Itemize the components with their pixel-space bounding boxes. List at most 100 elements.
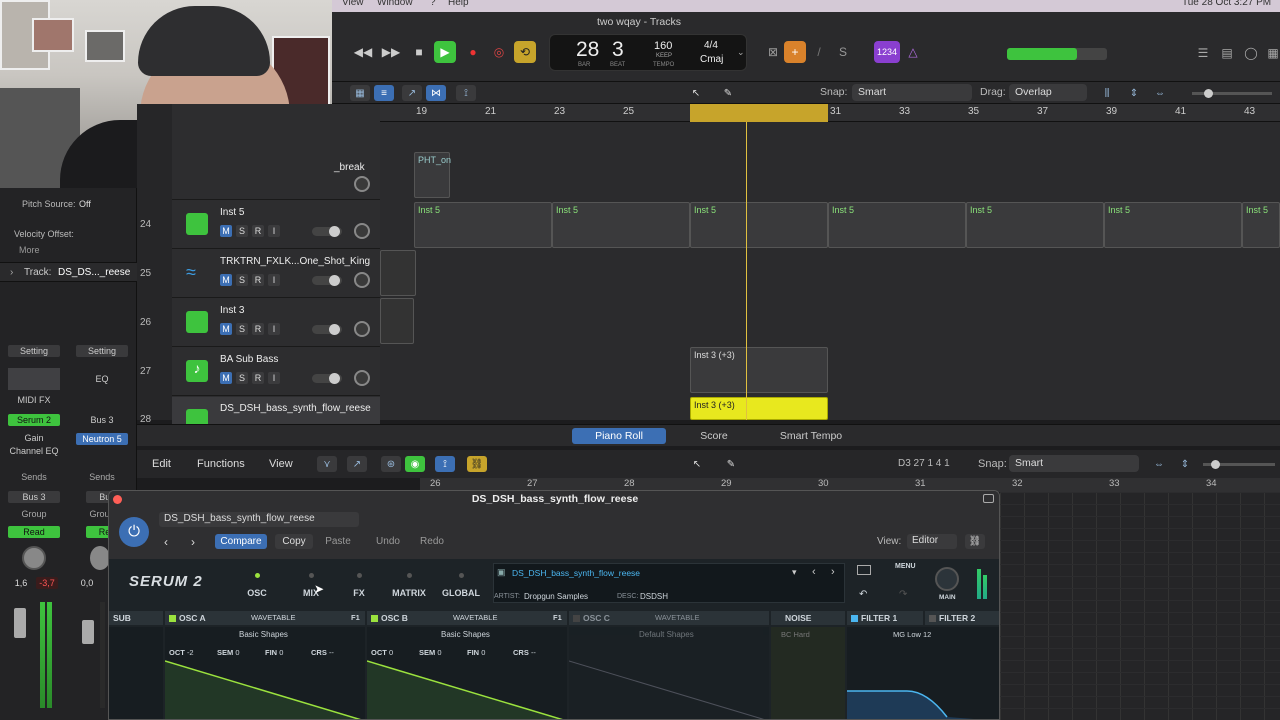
menu-help-mark[interactable]: ? [430, 0, 436, 8]
midi-region[interactable]: Inst 5 [1242, 202, 1280, 248]
zoom-slider-thumb[interactable] [1211, 460, 1220, 469]
record-enable-button[interactable]: R [252, 274, 264, 286]
power-button[interactable]: ⏻ [119, 517, 149, 547]
channel-eq-slot[interactable]: Channel EQ [4, 445, 64, 457]
input-monitor-button[interactable]: I [268, 225, 280, 237]
cycle-button[interactable]: ⟲ [514, 41, 536, 63]
autopunch-button[interactable]: + [784, 41, 806, 63]
expand-icon[interactable] [983, 494, 994, 503]
bus3-send-slot[interactable]: Bus 3 [76, 414, 128, 426]
audio-region[interactable]: PHT_on [414, 152, 451, 198]
mute-button[interactable]: M [220, 225, 232, 237]
filter-enable-toggle[interactable] [929, 615, 936, 622]
pan-knob[interactable] [354, 321, 370, 337]
midi-region[interactable]: Inst 5 [966, 202, 1104, 248]
midi-region[interactable]: Inst 5 [414, 202, 552, 248]
solo-button[interactable]: S [236, 323, 248, 335]
next-preset-icon[interactable]: › [191, 535, 195, 549]
group-slot[interactable]: Group [8, 508, 60, 520]
audio-region[interactable] [380, 250, 416, 296]
pan-knob[interactable] [354, 272, 370, 288]
osc-type[interactable]: WAVETABLE [453, 611, 497, 625]
midi-region[interactable]: Inst 5 [1104, 202, 1242, 248]
browser-icon[interactable]: ▦ [1262, 42, 1280, 64]
arrange-area[interactable]: PHT_on Inst 5 Inst 5 Inst 5 Inst 5 Inst … [380, 122, 1280, 420]
track-header-break[interactable]: _break [172, 152, 380, 200]
osc-type[interactable]: WAVETABLE [251, 611, 295, 625]
eq-thumbnail[interactable] [8, 368, 60, 390]
menu-button[interactable]: MENU [895, 563, 916, 570]
prev-preset-icon[interactable]: ‹ [812, 566, 816, 578]
piano-roll-grid[interactable] [1000, 492, 1280, 720]
tab-fx[interactable]: FX [335, 565, 383, 605]
setting-button-2[interactable]: Setting [76, 345, 128, 357]
noise-header[interactable]: NOISE [771, 611, 845, 625]
tab-piano-roll[interactable]: Piano Roll [572, 428, 666, 444]
filter-response-display[interactable] [847, 657, 1000, 720]
loop-browser-icon[interactable]: ◯ [1240, 42, 1262, 64]
track-volume-slider[interactable] [312, 275, 342, 286]
track-volume-slider[interactable] [312, 226, 342, 237]
metronome-button[interactable]: △ [902, 41, 924, 63]
snap-select[interactable]: Smart [1009, 455, 1139, 472]
filter2-header[interactable]: FILTER 2 [925, 611, 999, 625]
tuner-button[interactable]: / [808, 41, 830, 63]
horizontal-zoom-icon[interactable]: ⇔ [1150, 85, 1170, 101]
volume-fader-2[interactable] [82, 620, 94, 644]
solo-button[interactable]: S [236, 274, 248, 286]
track-header-ba-sub-bass[interactable]: ♪ BA Sub Bass M S R I [172, 348, 380, 396]
replace-button[interactable]: ⊠ [762, 41, 784, 63]
track-header-trktrn[interactable]: ≈ TRKTRN_FXLK...One_Shot_King M S R I [172, 250, 380, 298]
link-icon[interactable]: ⛓ [965, 534, 985, 549]
mute-button[interactable]: M [220, 372, 232, 384]
redo-button[interactable]: Redo [415, 534, 449, 549]
param-value[interactable]: 0 [437, 648, 441, 657]
chevron-down-icon[interactable]: ⌄ [737, 47, 745, 58]
input-monitor-button[interactable]: I [268, 372, 280, 384]
zoom-slider[interactable] [1192, 89, 1272, 98]
automation-icon[interactable]: ↗ [402, 85, 422, 101]
tab-mix[interactable]: MIX [287, 565, 335, 605]
serum-insert-slot[interactable]: Serum 2 [8, 414, 60, 426]
rewind-button[interactable]: ◀◀ [352, 41, 374, 63]
midi-region-inst3[interactable]: Inst 3 (+3) [690, 347, 828, 393]
track-header-inst3[interactable]: Inst 3 M S R I [172, 299, 380, 347]
osc-b-header[interactable]: OSC B WAVETABLE F1 [367, 611, 567, 625]
wavetable-name[interactable]: Default Shapes [639, 630, 694, 639]
track-header-inst5[interactable]: Inst 5 M S R I [172, 201, 380, 249]
zoom-slider[interactable] [1203, 460, 1275, 469]
list-view-icon[interactable]: ≡ [374, 85, 394, 101]
pan-knob[interactable] [22, 546, 46, 570]
tab-matrix[interactable]: MATRIX [385, 565, 433, 605]
preset-browser[interactable]: ▣ DS_DSH_bass_synth_flow_reese ▾ ‹ › ART… [493, 563, 845, 603]
more-disclosure[interactable]: More [19, 245, 40, 255]
pan-knob-2[interactable] [90, 546, 110, 570]
pan-knob[interactable] [354, 370, 370, 386]
gain-slot[interactable]: Gain [8, 432, 60, 444]
link-icon[interactable]: ⛓ [467, 456, 487, 472]
param-value[interactable]: 0 [389, 648, 393, 657]
osc-enable-toggle[interactable] [169, 615, 176, 622]
tab-global[interactable]: GLOBAL [437, 565, 485, 605]
filter1-header[interactable]: FILTER 1 [847, 611, 923, 625]
param-value[interactable]: 0 [279, 648, 283, 657]
pointer-tool-icon[interactable]: ↖ [687, 456, 707, 472]
pitch-source-value[interactable]: Off [79, 199, 91, 209]
input-monitor-button[interactable]: I [268, 274, 280, 286]
wavetable-name[interactable]: Basic Shapes [441, 630, 490, 639]
tab-osc[interactable]: OSC [233, 565, 281, 605]
count-in-button[interactable]: 1234 [874, 41, 900, 63]
wavetable-name[interactable]: Basic Shapes [239, 630, 288, 639]
track-inspector-header[interactable]: › Track: DS_DS..._reese [0, 262, 137, 282]
redo-icon[interactable]: ↷ [899, 589, 907, 600]
capture-record-button[interactable]: ◎ [488, 41, 510, 63]
menu-window[interactable]: Window [377, 0, 413, 8]
track-volume-slider[interactable] [312, 373, 342, 384]
record-button[interactable]: ● [462, 41, 484, 63]
paste-button[interactable]: Paste [319, 534, 357, 549]
vertical-zoom-icon[interactable]: ⇕ [1175, 456, 1195, 472]
copy-button[interactable]: Copy [275, 534, 313, 549]
menu-help[interactable]: Help [448, 0, 469, 8]
waveform-zoom-icon[interactable]: ⫼ [1097, 85, 1117, 101]
read-automation-button[interactable]: Read [8, 526, 60, 538]
